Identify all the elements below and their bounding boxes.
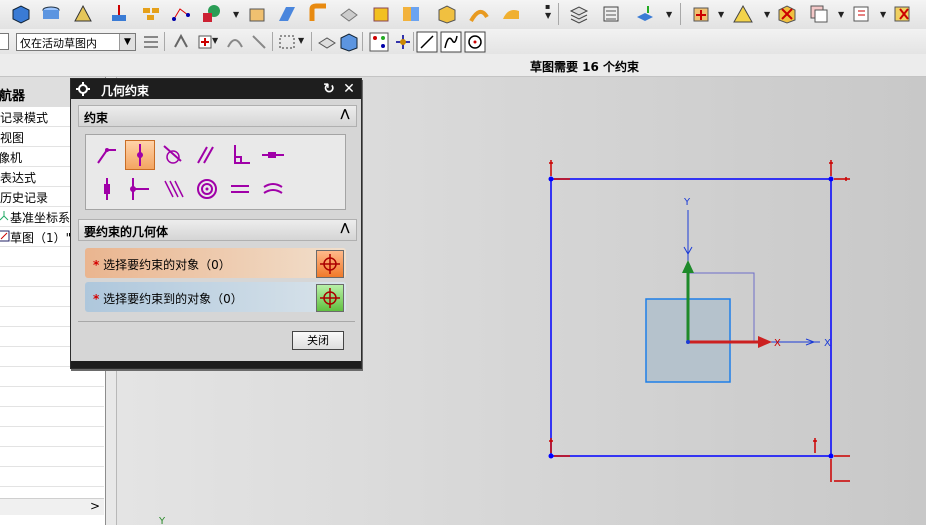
corner-point[interactable] [548, 453, 554, 459]
section-title: 要约束的几何体 [84, 225, 169, 239]
required-star-icon: * [93, 292, 100, 306]
select-object-row[interactable]: * 选择要约束的对象（0） [85, 248, 346, 278]
wcs-x-arrow-icon [758, 336, 772, 348]
dialog-title-bar[interactable]: 几何约束 ↻ ✕ [71, 79, 361, 99]
point-on-curve-icon[interactable] [125, 140, 155, 170]
view-triad-y-label: Y [158, 516, 166, 525]
select-target-label: * 选择要约束到的对象（0） [93, 290, 243, 307]
coincident-icon[interactable] [93, 141, 121, 169]
x-axis-label: X [824, 338, 831, 349]
collinear-icon[interactable] [159, 175, 187, 203]
select-target-row[interactable]: * 选择要约束到的对象（0） [85, 282, 346, 312]
vertical-icon[interactable] [93, 175, 121, 203]
select-target-text: 选择要约束到的对象（0） [103, 292, 243, 306]
geometric-constraints-dialog[interactable]: 几何约束 ↻ ✕ 约束 ⋀ 要约束的几何体 ⋀ * 选择要约束的对象（0） * … [70, 78, 362, 369]
crosshair-icon [320, 288, 340, 308]
dialog-title: 几何约束 [101, 84, 150, 98]
constraints-section-header[interactable]: 约束 ⋀ [78, 105, 357, 127]
corner-point[interactable] [828, 453, 834, 459]
crosshair-icon [320, 254, 340, 274]
y-axis-label: Y [683, 197, 691, 208]
origin-point [686, 340, 690, 344]
select-target-button[interactable] [316, 284, 344, 312]
horizontal-icon[interactable] [259, 141, 287, 169]
parallel-icon[interactable] [191, 141, 219, 169]
close-icon[interactable]: ✕ [341, 81, 357, 97]
equal-length-icon[interactable] [226, 175, 254, 203]
dialog-bottom-bar [71, 361, 361, 368]
chevron-up-icon[interactable]: ⋀ [337, 107, 353, 123]
select-object-text: 选择要约束的对象（0） [103, 258, 231, 272]
corner-point[interactable] [828, 176, 834, 182]
wcs-z-arrow-icon [682, 260, 694, 273]
required-star-icon: * [93, 258, 100, 272]
reset-icon[interactable]: ↻ [321, 81, 337, 97]
gear-icon[interactable] [76, 82, 90, 96]
x-axis-label: X [774, 338, 781, 349]
constraint-types-panel [85, 134, 346, 210]
equal-radius-icon[interactable] [259, 175, 287, 203]
corner-point[interactable] [548, 176, 554, 182]
geometry-section-header[interactable]: 要约束的几何体 ⋀ [78, 219, 357, 241]
concentric-icon[interactable] [193, 175, 221, 203]
select-object-button[interactable] [316, 250, 344, 278]
select-object-label: * 选择要约束的对象（0） [93, 256, 231, 273]
perpendicular-icon[interactable] [226, 141, 254, 169]
dialog-divider [78, 321, 355, 322]
midpoint-icon[interactable] [125, 175, 153, 203]
section-title: 约束 [84, 111, 109, 125]
chevron-up-icon[interactable]: ⋀ [337, 221, 353, 237]
close-button[interactable]: 关闭 [292, 331, 344, 350]
tangent-icon[interactable] [159, 141, 187, 169]
